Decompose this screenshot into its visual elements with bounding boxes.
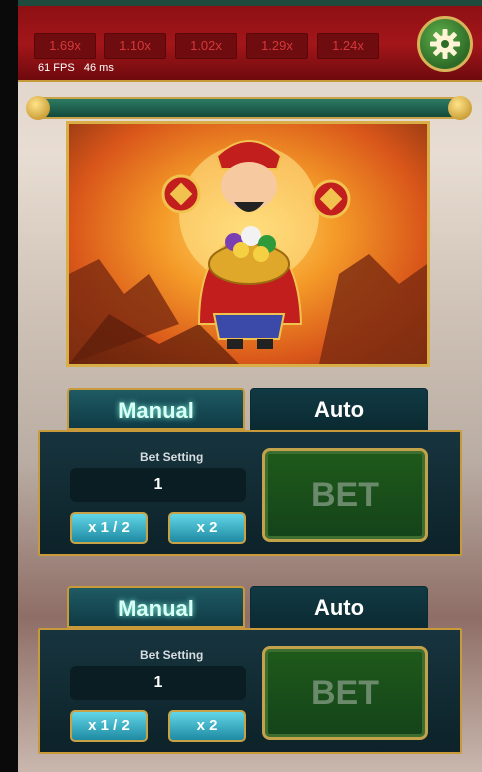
scroll-knob-right bbox=[448, 96, 472, 120]
game-frame: 1.69x 1.10x 1.02x 1.29x 1.24x 61 FPS 46 … bbox=[18, 0, 482, 772]
multiplier-history-4: 1.29x bbox=[246, 33, 308, 59]
settings-button[interactable] bbox=[417, 16, 473, 72]
bet-setting-label-1: Bet Setting bbox=[140, 450, 204, 464]
tab-auto-2[interactable]: Auto bbox=[250, 586, 428, 628]
double-bet-button-2[interactable]: x 2 bbox=[168, 710, 246, 742]
bet-amount-field-2[interactable]: 1 bbox=[70, 666, 246, 700]
tab-manual-2[interactable]: Manual bbox=[67, 586, 245, 628]
bet-button-2[interactable]: BET bbox=[262, 646, 428, 740]
multiplier-history-5: 1.24x bbox=[317, 33, 379, 59]
half-bet-button-1[interactable]: x 1 / 2 bbox=[70, 512, 148, 544]
bet-button-1[interactable]: BET bbox=[262, 448, 428, 542]
fortune-god-illustration bbox=[69, 140, 427, 364]
bet-setting-label-2: Bet Setting bbox=[140, 648, 204, 662]
scroll-banner-rod bbox=[30, 97, 468, 119]
double-bet-button-1[interactable]: x 2 bbox=[168, 512, 246, 544]
bet-panel-1: Bet Setting 1 x 1 / 2 x 2 BET bbox=[38, 430, 462, 556]
tab-auto-1[interactable]: Auto bbox=[250, 388, 428, 430]
fps-readout: 61 FPS 46 ms bbox=[38, 62, 114, 74]
tab-manual-1[interactable]: Manual bbox=[67, 388, 245, 430]
top-bar: 1.69x 1.10x 1.02x 1.29x 1.24x 61 FPS 46 … bbox=[18, 0, 482, 82]
half-bet-button-2[interactable]: x 1 / 2 bbox=[70, 710, 148, 742]
latency-value: 46 ms bbox=[83, 62, 114, 74]
top-strip bbox=[18, 0, 482, 6]
scroll-knob-left bbox=[26, 96, 50, 120]
bet-panel-2: Bet Setting 1 x 1 / 2 x 2 BET bbox=[38, 628, 462, 754]
game-scene bbox=[66, 121, 430, 367]
multiplier-history-3: 1.02x bbox=[175, 33, 237, 59]
multiplier-history-1: 1.69x bbox=[34, 33, 96, 59]
gear-icon bbox=[430, 29, 460, 59]
multiplier-history-2: 1.10x bbox=[104, 33, 166, 59]
fps-value: 61 FPS bbox=[38, 62, 75, 74]
bet-amount-field-1[interactable]: 1 bbox=[70, 468, 246, 502]
